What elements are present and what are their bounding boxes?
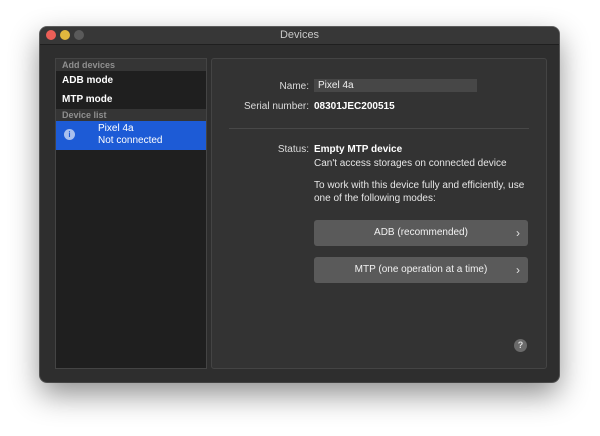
adb-mode-button[interactable]: ADB (recommended) › xyxy=(314,220,528,246)
device-name: Pixel 4a xyxy=(98,123,134,134)
status-detail: Can't access storages on connected devic… xyxy=(314,158,507,169)
window-title: Devices xyxy=(279,29,320,41)
mtp-mode-button-label: MTP (one operation at a time) xyxy=(354,264,488,275)
device-name-input[interactable] xyxy=(314,79,477,92)
device-list-header: Device list xyxy=(56,109,206,121)
status-value: Empty MTP device xyxy=(314,144,403,155)
devices-window: Devices Add devices ADB mode MTP mode De… xyxy=(40,27,559,382)
status-label: Status: xyxy=(277,144,309,155)
device-list-item[interactable]: i Pixel 4a Not connected xyxy=(56,121,206,150)
chevron-right-icon: › xyxy=(516,263,520,277)
serial-number-label: Serial number: xyxy=(243,101,309,112)
chevron-right-icon: › xyxy=(516,226,520,240)
title-bar: Devices xyxy=(40,27,559,45)
status-help-text: To work with this device fully and effic… xyxy=(314,180,525,204)
sidebar-item-mtp-mode[interactable]: MTP mode xyxy=(56,90,206,109)
info-icon: i xyxy=(64,129,75,140)
mtp-mode-button[interactable]: MTP (one operation at a time) › xyxy=(314,257,528,283)
add-devices-header: Add devices xyxy=(56,59,206,71)
device-connection-status: Not connected xyxy=(98,135,163,146)
sidebar-item-adb-mode[interactable]: ADB mode xyxy=(56,71,206,90)
name-label: Name: xyxy=(279,81,309,92)
divider xyxy=(229,128,529,129)
serial-number-value: 08301JEC200515 xyxy=(314,101,395,112)
adb-mode-button-label: ADB (recommended) xyxy=(374,227,468,238)
sidebar: Add devices ADB mode MTP mode Device lis… xyxy=(55,58,207,369)
help-icon[interactable]: ? xyxy=(514,339,527,352)
device-detail-panel: Name: Serial number: 08301JEC200515 Stat… xyxy=(211,58,547,369)
